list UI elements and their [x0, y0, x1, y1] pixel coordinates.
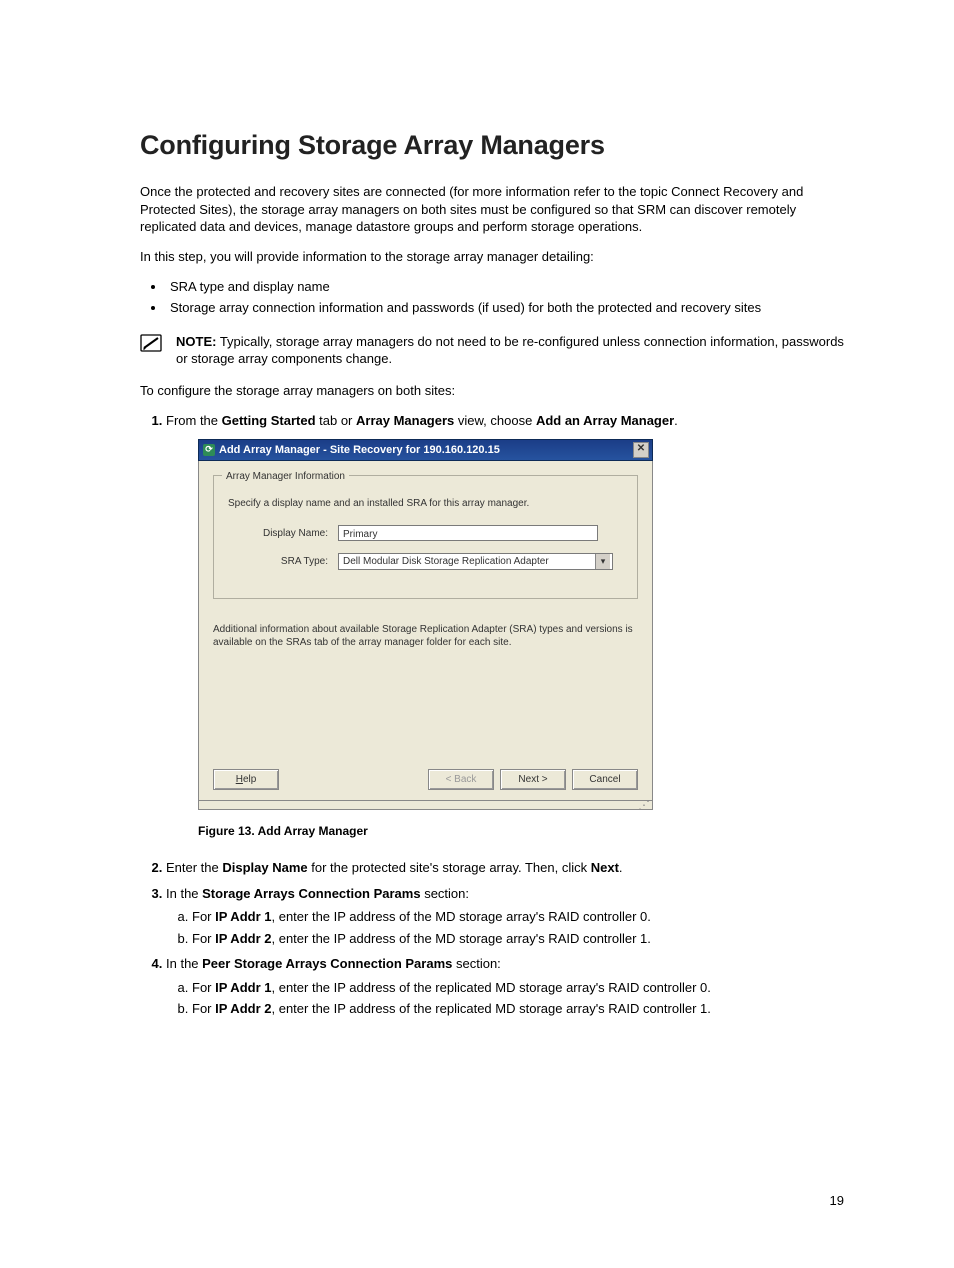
text: In the — [166, 886, 202, 901]
display-name-label: Display Name: — [228, 526, 338, 541]
sra-type-label: SRA Type: — [228, 554, 338, 569]
text: . — [619, 860, 623, 875]
note-label: NOTE: — [176, 334, 216, 349]
text: section: — [452, 956, 500, 971]
text: elp — [243, 774, 256, 785]
bold: Add an Array Manager — [536, 413, 674, 428]
srm-icon: ⟳ — [203, 444, 215, 456]
text: , enter the IP address of the replicated… — [271, 1001, 710, 1016]
step-4: In the Peer Storage Arrays Connection Pa… — [166, 954, 844, 1019]
note-text: NOTE: Typically, storage array managers … — [176, 333, 844, 368]
bold: Array Managers — [356, 413, 454, 428]
bold: IP Addr 2 — [215, 1001, 271, 1016]
display-name-input[interactable]: Primary — [338, 525, 598, 541]
text: For — [192, 909, 215, 924]
intro-paragraph-1: Once the protected and recovery sites ar… — [140, 183, 844, 236]
next-button[interactable]: Next > — [500, 769, 566, 790]
bold: Next — [591, 860, 619, 875]
resize-grip-icon[interactable]: ⋰ — [198, 801, 653, 810]
dialog-body: Array Manager Information Specify a disp… — [198, 461, 653, 801]
fieldset-legend: Array Manager Information — [222, 469, 349, 484]
text: Enter the — [166, 860, 222, 875]
text: . — [674, 413, 678, 428]
bold: IP Addr 1 — [215, 909, 271, 924]
sra-type-row: SRA Type: Dell Modular Disk Storage Repl… — [228, 553, 623, 570]
figure-caption: Figure 13. Add Array Manager — [198, 822, 844, 840]
intro-paragraph-2: In this step, you will provide informati… — [140, 248, 844, 266]
close-icon[interactable]: ✕ — [633, 442, 649, 458]
page-number: 19 — [830, 1193, 844, 1208]
text: view, choose — [454, 413, 536, 428]
add-array-manager-dialog: ⟳ Add Array Manager - Site Recovery for … — [198, 439, 653, 811]
bold: Display Name — [222, 860, 307, 875]
bold: Storage Arrays Connection Params — [202, 886, 420, 901]
text: , enter the IP address of the MD storage… — [271, 909, 650, 924]
bullet-item: Storage array connection information and… — [166, 298, 844, 319]
text: In the — [166, 956, 202, 971]
help-button[interactable]: Help — [213, 769, 279, 790]
note-body: Typically, storage array managers do not… — [176, 334, 844, 367]
document-page: Configuring Storage Array Managers Once … — [0, 0, 954, 1268]
text: section: — [421, 886, 469, 901]
array-manager-info-fieldset: Array Manager Information Specify a disp… — [213, 475, 638, 599]
step-1: From the Getting Started tab or Array Ma… — [166, 411, 844, 840]
text: , enter the IP address of the replicated… — [271, 980, 710, 995]
note-icon — [140, 334, 162, 352]
bold: IP Addr 2 — [215, 931, 271, 946]
bold: Peer Storage Arrays Connection Params — [202, 956, 452, 971]
step-2: Enter the Display Name for the protected… — [166, 858, 844, 878]
step-4b: For IP Addr 2, enter the IP address of t… — [192, 999, 844, 1019]
back-button: < Back — [428, 769, 494, 790]
text: For — [192, 931, 215, 946]
step-3a: For IP Addr 1, enter the IP address of t… — [192, 907, 844, 927]
step-3-sublist: For IP Addr 1, enter the IP address of t… — [166, 907, 844, 948]
note-block: NOTE: Typically, storage array managers … — [140, 333, 844, 368]
page-title: Configuring Storage Array Managers — [140, 130, 844, 161]
step-3: In the Storage Arrays Connection Params … — [166, 884, 844, 949]
bold: Getting Started — [222, 413, 316, 428]
dialog-titlebar: ⟳ Add Array Manager - Site Recovery for … — [198, 439, 653, 462]
step-4a: For IP Addr 1, enter the IP address of t… — [192, 978, 844, 998]
additional-info-text: Additional information about available S… — [213, 623, 638, 649]
step-4-sublist: For IP Addr 1, enter the IP address of t… — [166, 978, 844, 1019]
steps-list: From the Getting Started tab or Array Ma… — [140, 411, 844, 1019]
text: tab or — [316, 413, 356, 428]
dialog-button-bar: Help < Back Next > Cancel — [213, 769, 638, 790]
text: From the — [166, 413, 222, 428]
step-3b: For IP Addr 2, enter the IP address of t… — [192, 929, 844, 949]
text: , enter the IP address of the MD storage… — [271, 931, 650, 946]
dialog-title: Add Array Manager - Site Recovery for 19… — [219, 442, 633, 459]
sra-type-select[interactable]: Dell Modular Disk Storage Replication Ad… — [338, 553, 613, 570]
fieldset-desc: Specify a display name and an installed … — [228, 496, 623, 511]
text: For — [192, 1001, 215, 1016]
lead-in: To configure the storage array managers … — [140, 382, 844, 400]
bullet-item: SRA type and display name — [166, 277, 844, 298]
display-name-row: Display Name: Primary — [228, 525, 623, 541]
bold: IP Addr 1 — [215, 980, 271, 995]
text: For — [192, 980, 215, 995]
cancel-button[interactable]: Cancel — [572, 769, 638, 790]
bullet-list: SRA type and display name Storage array … — [140, 277, 844, 319]
text: for the protected site's storage array. … — [308, 860, 591, 875]
